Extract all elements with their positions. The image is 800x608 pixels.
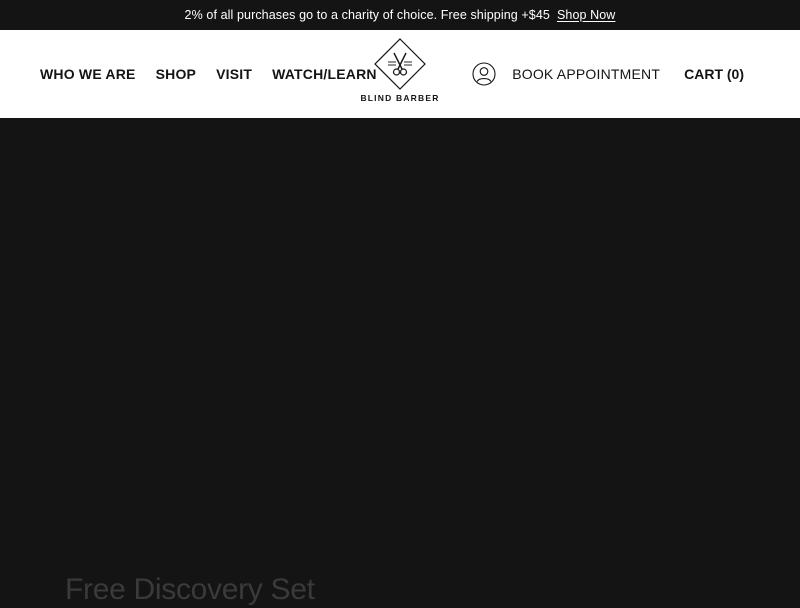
hero-banner: Free Discovery Set bbox=[0, 118, 800, 606]
main-nav: WHO WE ARE SHOP VISIT WATCH/LEARN bbox=[40, 30, 397, 118]
hero-title: Free Discovery Set bbox=[65, 573, 315, 606]
book-appointment-link[interactable]: BOOK APPOINTMENT bbox=[512, 66, 660, 82]
nav-shop[interactable]: SHOP bbox=[156, 66, 196, 82]
header-actions: BOOK APPOINTMENT CART (0) bbox=[472, 30, 744, 118]
shop-now-link[interactable]: Shop Now bbox=[557, 8, 615, 22]
nav-who-we-are[interactable]: WHO WE ARE bbox=[40, 66, 136, 82]
announcement-bar: 2% of all purchases go to a charity of c… bbox=[0, 0, 800, 30]
scissors-diamond-logo-icon bbox=[374, 38, 426, 90]
cart-link[interactable]: CART (0) bbox=[684, 66, 744, 82]
nav-visit[interactable]: VISIT bbox=[216, 66, 252, 82]
user-account-icon[interactable] bbox=[472, 62, 496, 86]
site-header: WHO WE ARE SHOP VISIT WATCH/LEARN BLIND … bbox=[0, 30, 800, 118]
announcement-message: 2% of all purchases go to a charity of c… bbox=[184, 8, 550, 22]
brand-logo[interactable]: BLIND BARBER bbox=[350, 38, 450, 114]
logo-wordmark: BLIND BARBER bbox=[360, 93, 440, 103]
